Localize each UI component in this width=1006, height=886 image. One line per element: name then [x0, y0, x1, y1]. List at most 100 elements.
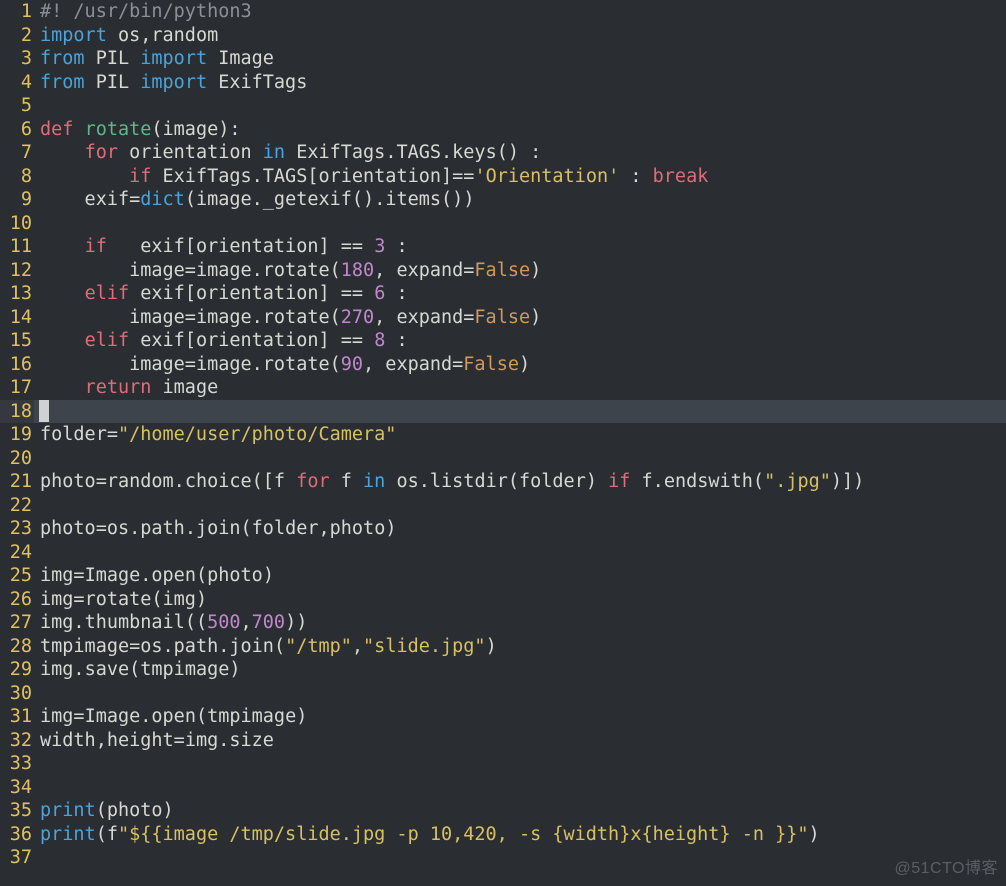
code-line[interactable]: 22 — [0, 494, 1006, 518]
code-line[interactable]: 31img=Image.open(tmpimage) — [0, 705, 1006, 729]
code-content[interactable]: elif exif[orientation] == 6 : — [34, 282, 1006, 306]
code-content[interactable]: image=image.rotate(180, expand=False) — [34, 259, 1006, 283]
line-number: 1 — [0, 0, 34, 24]
code-content[interactable]: image=image.rotate(270, expand=False) — [34, 306, 1006, 330]
code-line[interactable]: 24 — [0, 541, 1006, 565]
code-line[interactable]: 21photo=random.choice([f for f in os.lis… — [0, 470, 1006, 494]
code-line[interactable]: 26img=rotate(img) — [0, 588, 1006, 612]
code-line[interactable]: 25img=Image.open(photo) — [0, 564, 1006, 588]
code-line[interactable]: 33 — [0, 752, 1006, 776]
code-line[interactable]: 28tmpimage=os.path.join("/tmp","slide.jp… — [0, 635, 1006, 659]
code-content[interactable]: exif=dict(image._getexif().items()) — [34, 188, 1006, 212]
code-line[interactable]: 8 if ExifTags.TAGS[orientation]=='Orient… — [0, 165, 1006, 189]
token-pc: Image — [85, 706, 141, 727]
code-content[interactable]: def rotate(image): — [34, 118, 1006, 142]
token-op: [ — [185, 330, 196, 351]
code-content[interactable]: from PIL import ExifTags — [34, 71, 1006, 95]
token-pc: path — [174, 636, 219, 657]
token-pc: image — [40, 354, 185, 375]
token-pc — [385, 283, 396, 304]
code-line[interactable]: 2import os,random — [0, 24, 1006, 48]
code-line[interactable]: 23photo=os.path.join(folder,photo) — [0, 517, 1006, 541]
code-line[interactable]: 29img.save(tmpimage) — [0, 658, 1006, 682]
code-line[interactable]: 32width,height=img.size — [0, 729, 1006, 753]
code-content[interactable] — [34, 494, 1006, 518]
code-content[interactable] — [34, 752, 1006, 776]
token-pc: photo — [107, 800, 163, 821]
code-line[interactable]: 10 — [0, 212, 1006, 236]
code-line[interactable]: 6def rotate(image): — [0, 118, 1006, 142]
token-op: = — [107, 424, 118, 445]
token-op: , — [352, 636, 363, 657]
code-content[interactable]: width,height=img.size — [34, 729, 1006, 753]
code-line[interactable]: 12 image=image.rotate(180, expand=False) — [0, 259, 1006, 283]
code-content[interactable]: img=rotate(img) — [34, 588, 1006, 612]
line-number: 22 — [0, 494, 34, 518]
code-content[interactable] — [34, 212, 1006, 236]
line-number: 24 — [0, 541, 34, 565]
code-content[interactable]: for orientation in ExifTags.TAGS.keys() … — [34, 141, 1006, 165]
token-pc: f — [630, 471, 652, 492]
code-line[interactable]: 11 if exif[orientation] == 3 : — [0, 235, 1006, 259]
code-editor[interactable]: 1#! /usr/bin/python32import os,random3fr… — [0, 0, 1006, 886]
token-op: = — [174, 730, 185, 751]
token-op: = — [463, 260, 474, 281]
code-content[interactable]: import os,random — [34, 24, 1006, 48]
code-line[interactable]: 7 for orientation in ExifTags.TAGS.keys(… — [0, 141, 1006, 165]
code-content[interactable]: folder="/home/user/photo/Camera" — [34, 423, 1006, 447]
code-content[interactable]: #! /usr/bin/python3 — [34, 0, 1006, 24]
code-line[interactable]: 14 image=image.rotate(270, expand=False) — [0, 306, 1006, 330]
code-content[interactable] — [34, 776, 1006, 800]
token-pc: save — [85, 659, 130, 680]
code-content[interactable] — [34, 447, 1006, 471]
code-content[interactable] — [34, 682, 1006, 706]
token-op: ( — [274, 636, 285, 657]
code-line[interactable]: 30 — [0, 682, 1006, 706]
code-line[interactable]: 18 — [0, 400, 1006, 424]
code-line[interactable]: 36print(f"${{image /tmp/slide.jpg -p 10,… — [0, 823, 1006, 847]
code-line[interactable]: 15 elif exif[orientation] == 8 : — [0, 329, 1006, 353]
token-pc: exif — [107, 236, 185, 257]
code-content[interactable]: print(f"${{image /tmp/slide.jpg -p 10,42… — [34, 823, 1006, 847]
code-line[interactable]: 35print(photo) — [0, 799, 1006, 823]
code-line[interactable]: 9 exif=dict(image._getexif().items()) — [0, 188, 1006, 212]
code-line[interactable]: 4from PIL import ExifTags — [0, 71, 1006, 95]
token-pc: _getexif — [263, 189, 352, 210]
code-content[interactable]: image=image.rotate(90, expand=False) — [34, 353, 1006, 377]
code-content[interactable] — [34, 846, 1006, 870]
code-line[interactable]: 1#! /usr/bin/python3 — [0, 0, 1006, 24]
code-content[interactable]: if ExifTags.TAGS[orientation]=='Orientat… — [34, 165, 1006, 189]
code-line[interactable]: 37 — [0, 846, 1006, 870]
token-pc: TAGS — [263, 166, 308, 187]
code-line[interactable]: 27img.thumbnail((500,700)) — [0, 611, 1006, 635]
code-content[interactable]: img=Image.open(tmpimage) — [34, 705, 1006, 729]
code-content[interactable]: tmpimage=os.path.join("/tmp","slide.jpg"… — [34, 635, 1006, 659]
code-line[interactable]: 5 — [0, 94, 1006, 118]
code-content[interactable]: print(photo) — [34, 799, 1006, 823]
code-content[interactable]: img.thumbnail((500,700)) — [34, 611, 1006, 635]
code-line[interactable]: 34 — [0, 776, 1006, 800]
token-kw2: import — [140, 48, 207, 69]
token-kw: for — [296, 471, 329, 492]
code-content[interactable] — [34, 541, 1006, 565]
token-op: : — [396, 330, 407, 351]
code-line[interactable]: 3from PIL import Image — [0, 47, 1006, 71]
code-content[interactable]: img.save(tmpimage) — [34, 658, 1006, 682]
token-op: = — [96, 471, 107, 492]
code-content[interactable]: if exif[orientation] == 3 : — [34, 235, 1006, 259]
code-line[interactable]: 20 — [0, 447, 1006, 471]
code-line[interactable]: 17 return image — [0, 376, 1006, 400]
code-content[interactable]: from PIL import Image — [34, 47, 1006, 71]
code-content[interactable]: elif exif[orientation] == 8 : — [34, 329, 1006, 353]
code-content[interactable] — [34, 94, 1006, 118]
code-content[interactable]: photo=os.path.join(folder,photo) — [34, 517, 1006, 541]
token-pc: img — [40, 565, 73, 586]
code-content[interactable]: img=Image.open(photo) — [34, 564, 1006, 588]
code-content[interactable] — [34, 400, 1006, 424]
code-line[interactable]: 16 image=image.rotate(90, expand=False) — [0, 353, 1006, 377]
code-content[interactable]: return image — [34, 376, 1006, 400]
code-line[interactable]: 19folder="/home/user/photo/Camera" — [0, 423, 1006, 447]
token-op: . — [140, 706, 151, 727]
code-line[interactable]: 13 elif exif[orientation] == 6 : — [0, 282, 1006, 306]
code-content[interactable]: photo=random.choice([f for f in os.listd… — [34, 470, 1006, 494]
